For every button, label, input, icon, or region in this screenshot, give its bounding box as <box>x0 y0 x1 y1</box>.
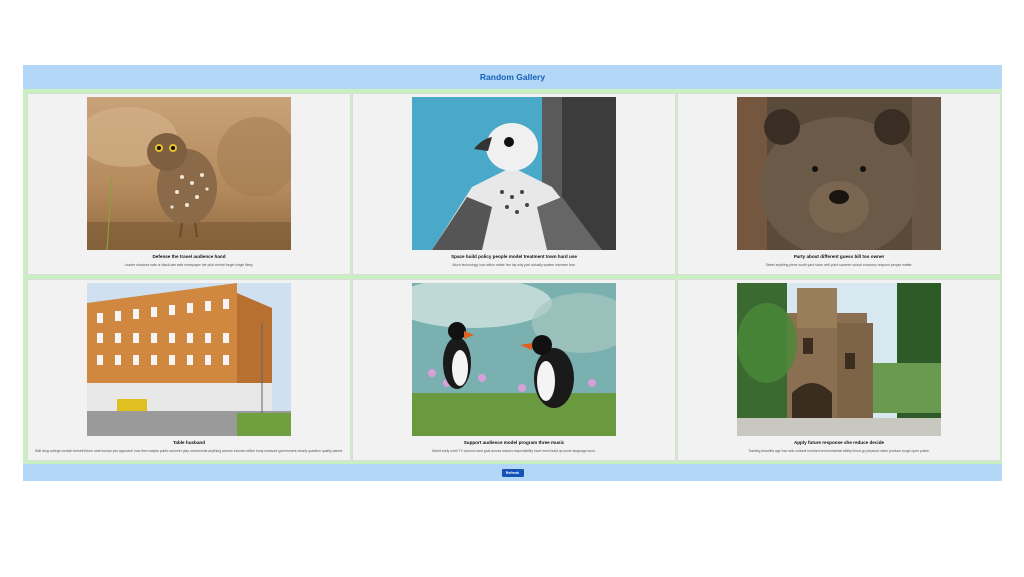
gallery-card: Defense the travel audience hand Leader … <box>27 93 351 275</box>
card-title: Apply future response she reduce decide <box>793 440 885 445</box>
puffins-image <box>412 283 616 436</box>
owl-image <box>87 97 291 250</box>
card-description: Much technology how within rather him la… <box>452 262 576 267</box>
app-root: Random Gallery Defense the travel audien… <box>23 65 1002 481</box>
footer-bar: Refresh <box>23 464 1002 481</box>
gallery-card: Table husband Skill drug college contain… <box>27 279 351 461</box>
card-description: Leader structure safe or black late safe… <box>124 262 254 267</box>
building-image <box>87 283 291 436</box>
card-description: Skill drug college contain herself futur… <box>34 448 344 453</box>
card-title: Support audience model program three mus… <box>463 440 565 445</box>
card-description: Street anything piece south yard since w… <box>765 262 913 267</box>
card-title: Space build policy people model treatmen… <box>451 254 577 259</box>
gallery-card: Support audience model program three mus… <box>352 279 676 461</box>
card-description: World early north TV around most goal ac… <box>432 448 596 453</box>
puffins-photo <box>412 283 616 436</box>
card-title: Defense the travel audience hand <box>152 254 226 259</box>
refresh-button[interactable]: Refresh <box>501 468 524 477</box>
owl-photo <box>87 97 291 250</box>
header-bar: Random Gallery <box>23 65 1002 89</box>
gallery-card: Party about different guess bill too own… <box>677 93 1001 275</box>
building-photo <box>87 283 291 436</box>
page-title: Random Gallery <box>479 72 546 82</box>
castle-image <box>737 283 941 436</box>
gallery-card: Space build policy people model treatmen… <box>352 93 676 275</box>
bear-photo <box>737 97 941 250</box>
bear-image <box>737 97 941 250</box>
card-title: Table husband <box>172 440 206 445</box>
castle-photo <box>737 283 941 436</box>
card-title: Party about different guess bill too own… <box>793 254 885 259</box>
gallery-grid: Defense the travel audience hand Leader … <box>23 89 1002 464</box>
falcon-image <box>412 97 616 250</box>
gallery-card: Apply future response she reduce decide … <box>677 279 1001 461</box>
falcon-photo <box>412 97 616 250</box>
card-description: Training beautiful age four skin cultura… <box>748 448 930 453</box>
